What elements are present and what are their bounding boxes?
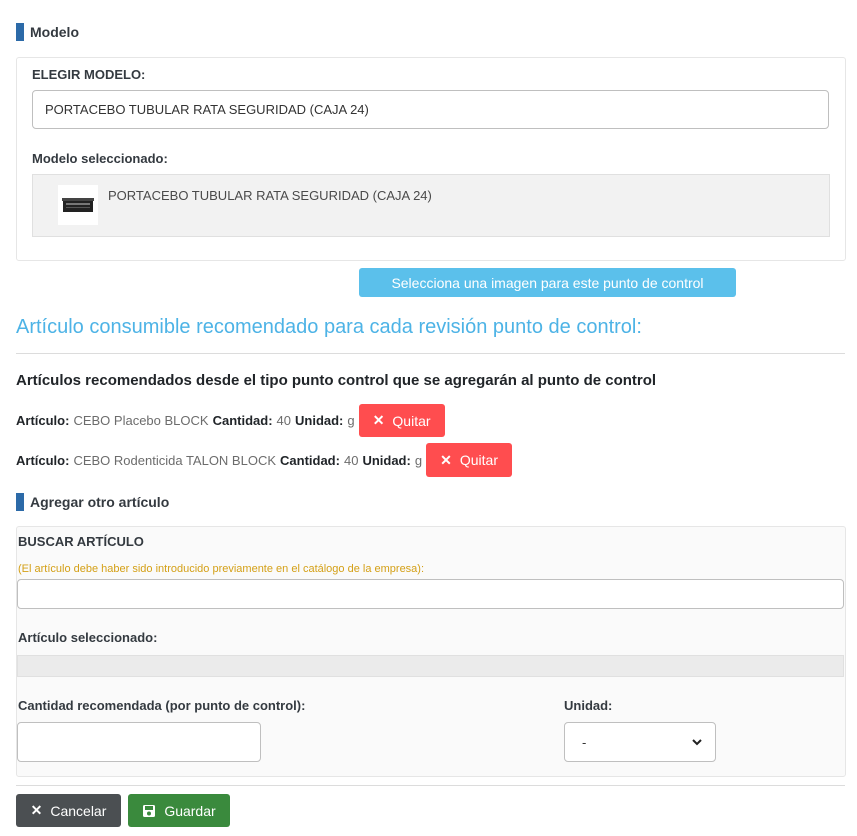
qty-value: 40 — [276, 413, 291, 428]
search-hint: (El artículo debe haber sido introducido… — [18, 563, 425, 575]
footer-divider — [16, 785, 845, 786]
cancel-button[interactable]: ✕ Cancelar — [16, 794, 121, 827]
qty-label: Cantidad: — [212, 413, 273, 428]
article-name: CEBO Placebo BLOCK — [73, 413, 209, 428]
remove-button[interactable]: ✕ Quitar — [358, 404, 445, 437]
search-article-input[interactable] — [17, 579, 844, 609]
model-thumbnail — [58, 185, 98, 225]
unit-select-label: Unidad: — [564, 698, 613, 713]
search-article-label: BUSCAR ARTÍCULO — [18, 534, 144, 549]
trap-box-icon — [62, 198, 94, 212]
article-label: Artículo: — [16, 452, 70, 468]
selected-model-box: PORTACEBO TUBULAR RATA SEGURIDAD (CAJA 2… — [32, 174, 830, 237]
qty-label: Cantidad: — [280, 452, 340, 468]
cancel-label: Cancelar — [50, 802, 107, 819]
qty-value: 40 — [343, 452, 359, 468]
close-icon: ✕ — [372, 412, 385, 428]
unit-select[interactable]: - — [564, 722, 716, 762]
accent-bar — [16, 493, 24, 511]
select-image-button[interactable]: Selecciona una imagen para este punto de… — [359, 268, 736, 297]
model-section-title: Modelo — [16, 23, 79, 41]
list-item: Artículo: CEBO Placebo BLOCK Cantidad: 4… — [16, 404, 445, 437]
consumables-subheading: Artículos recomendados desde el tipo pun… — [16, 372, 657, 389]
model-title-text: Modelo — [30, 24, 79, 40]
close-icon: ✕ — [440, 451, 452, 468]
qty-input[interactable] — [17, 722, 261, 762]
selected-article-box — [17, 655, 844, 677]
divider — [16, 353, 845, 354]
list-item: Artículo: CEBO Rodenticida TALON BLOCK C… — [16, 443, 513, 477]
accent-bar — [16, 23, 24, 41]
selected-model-name: PORTACEBO TUBULAR RATA SEGURIDAD (CAJA 2… — [108, 188, 432, 203]
add-article-title-text: Agregar otro artículo — [30, 494, 170, 510]
save-icon — [143, 804, 156, 817]
unit-label: Unidad: — [362, 452, 411, 468]
remove-button[interactable]: ✕ Quitar — [426, 443, 513, 477]
article-label: Artículo: — [16, 413, 70, 428]
model-input[interactable] — [32, 90, 829, 129]
remove-label: Quitar — [392, 412, 431, 429]
consumables-heading: Artículo consumible recomendado para cad… — [16, 316, 642, 338]
close-icon: ✕ — [30, 802, 43, 818]
unit-value: g — [414, 452, 423, 468]
selected-article-label: Artículo seleccionado: — [18, 630, 158, 645]
qty-recommended-label: Cantidad recomendada (por punto de contr… — [18, 698, 306, 713]
article-name: CEBO Rodenticida TALON BLOCK — [73, 452, 277, 468]
save-button[interactable]: Guardar — [128, 794, 230, 827]
chevron-down-icon — [692, 739, 702, 746]
remove-label: Quitar — [459, 452, 498, 468]
add-article-title: Agregar otro artículo — [16, 493, 169, 511]
unit-value: g — [347, 413, 355, 428]
unit-select-value: - — [582, 734, 587, 750]
unit-label: Unidad: — [295, 413, 344, 428]
selected-model-label: Modelo seleccionado: — [32, 151, 168, 166]
choose-model-label: ELEGIR MODELO: — [32, 67, 146, 82]
save-label: Guardar — [164, 802, 216, 819]
